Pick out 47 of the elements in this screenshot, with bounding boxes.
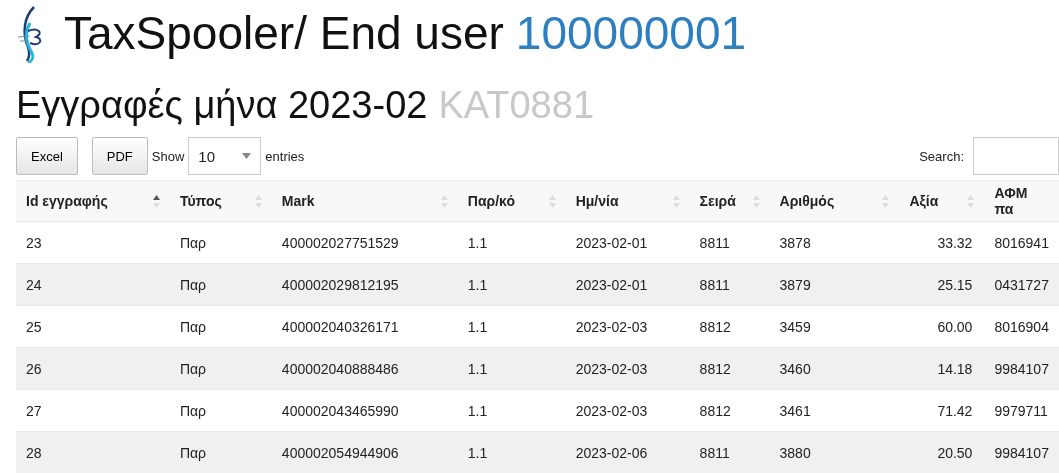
caret-icon <box>242 153 252 159</box>
export-button[interactable]: PDF <box>91 137 148 175</box>
table-cell: 8811 <box>689 263 770 306</box>
column-header[interactable]: Παρ/κό <box>457 180 566 222</box>
table-cell: 20.50 <box>899 431 985 473</box>
table-cell: Παρ <box>169 347 272 390</box>
table-cell: 9984107 <box>984 347 1059 390</box>
table-cell: 25.15 <box>899 263 985 306</box>
table-cell: 1.1 <box>457 431 566 473</box>
table-cell: 400002054944906 <box>271 431 458 473</box>
column-header[interactable]: Id εγγραφής <box>16 180 170 222</box>
column-header[interactable]: Αξία <box>899 180 985 222</box>
column-header[interactable]: Σειρά <box>689 180 770 222</box>
table-cell: Παρ <box>169 263 272 306</box>
table-cell: 3880 <box>769 431 900 473</box>
table-cell: 8812 <box>689 347 770 390</box>
table-cell: 1.1 <box>457 347 566 390</box>
table-cell: 28 <box>16 431 170 473</box>
table-cell: 400002029812195 <box>271 263 458 306</box>
user-id: 100000001 <box>515 6 747 60</box>
table-cell: 3879 <box>769 263 900 306</box>
table-cell: 400002040888486 <box>271 347 458 390</box>
column-header[interactable]: Αριθμός <box>769 180 900 222</box>
page-size-select[interactable]: 10 <box>188 137 262 175</box>
search-field[interactable] <box>973 137 1059 175</box>
table-cell: 1.1 <box>457 263 566 306</box>
table-cell: 3460 <box>769 347 900 390</box>
column-header[interactable]: ΑΦΜ πα <box>984 180 1059 222</box>
table-cell: 0431727 <box>984 263 1059 306</box>
table-cell: 14.18 <box>899 347 985 390</box>
table-cell: Παρ <box>169 431 272 473</box>
table-cell: 2023-02-03 <box>565 347 690 390</box>
table-cell: 26 <box>16 347 170 390</box>
export-button[interactable]: Excel <box>16 137 78 175</box>
table-cell: 2023-02-06 <box>565 431 690 473</box>
show-label: Show <box>151 148 185 164</box>
search-label: Search: <box>919 148 964 164</box>
column-header[interactable]: Ημ/νία <box>565 180 690 222</box>
table-cell: 8811 <box>689 431 770 473</box>
entries-label: entries <box>265 148 305 164</box>
column-header[interactable]: Τύπος <box>169 180 272 222</box>
page-title: TaxSpooler/ End user <box>64 6 504 60</box>
table-cell: 24 <box>16 263 170 306</box>
column-header[interactable]: Mark <box>271 180 458 222</box>
section-title: Εγγραφές μήνα 2023-02 <box>16 83 428 127</box>
table-cell: 9984107 <box>984 431 1059 473</box>
table-cell: 2023-02-01 <box>565 263 690 306</box>
